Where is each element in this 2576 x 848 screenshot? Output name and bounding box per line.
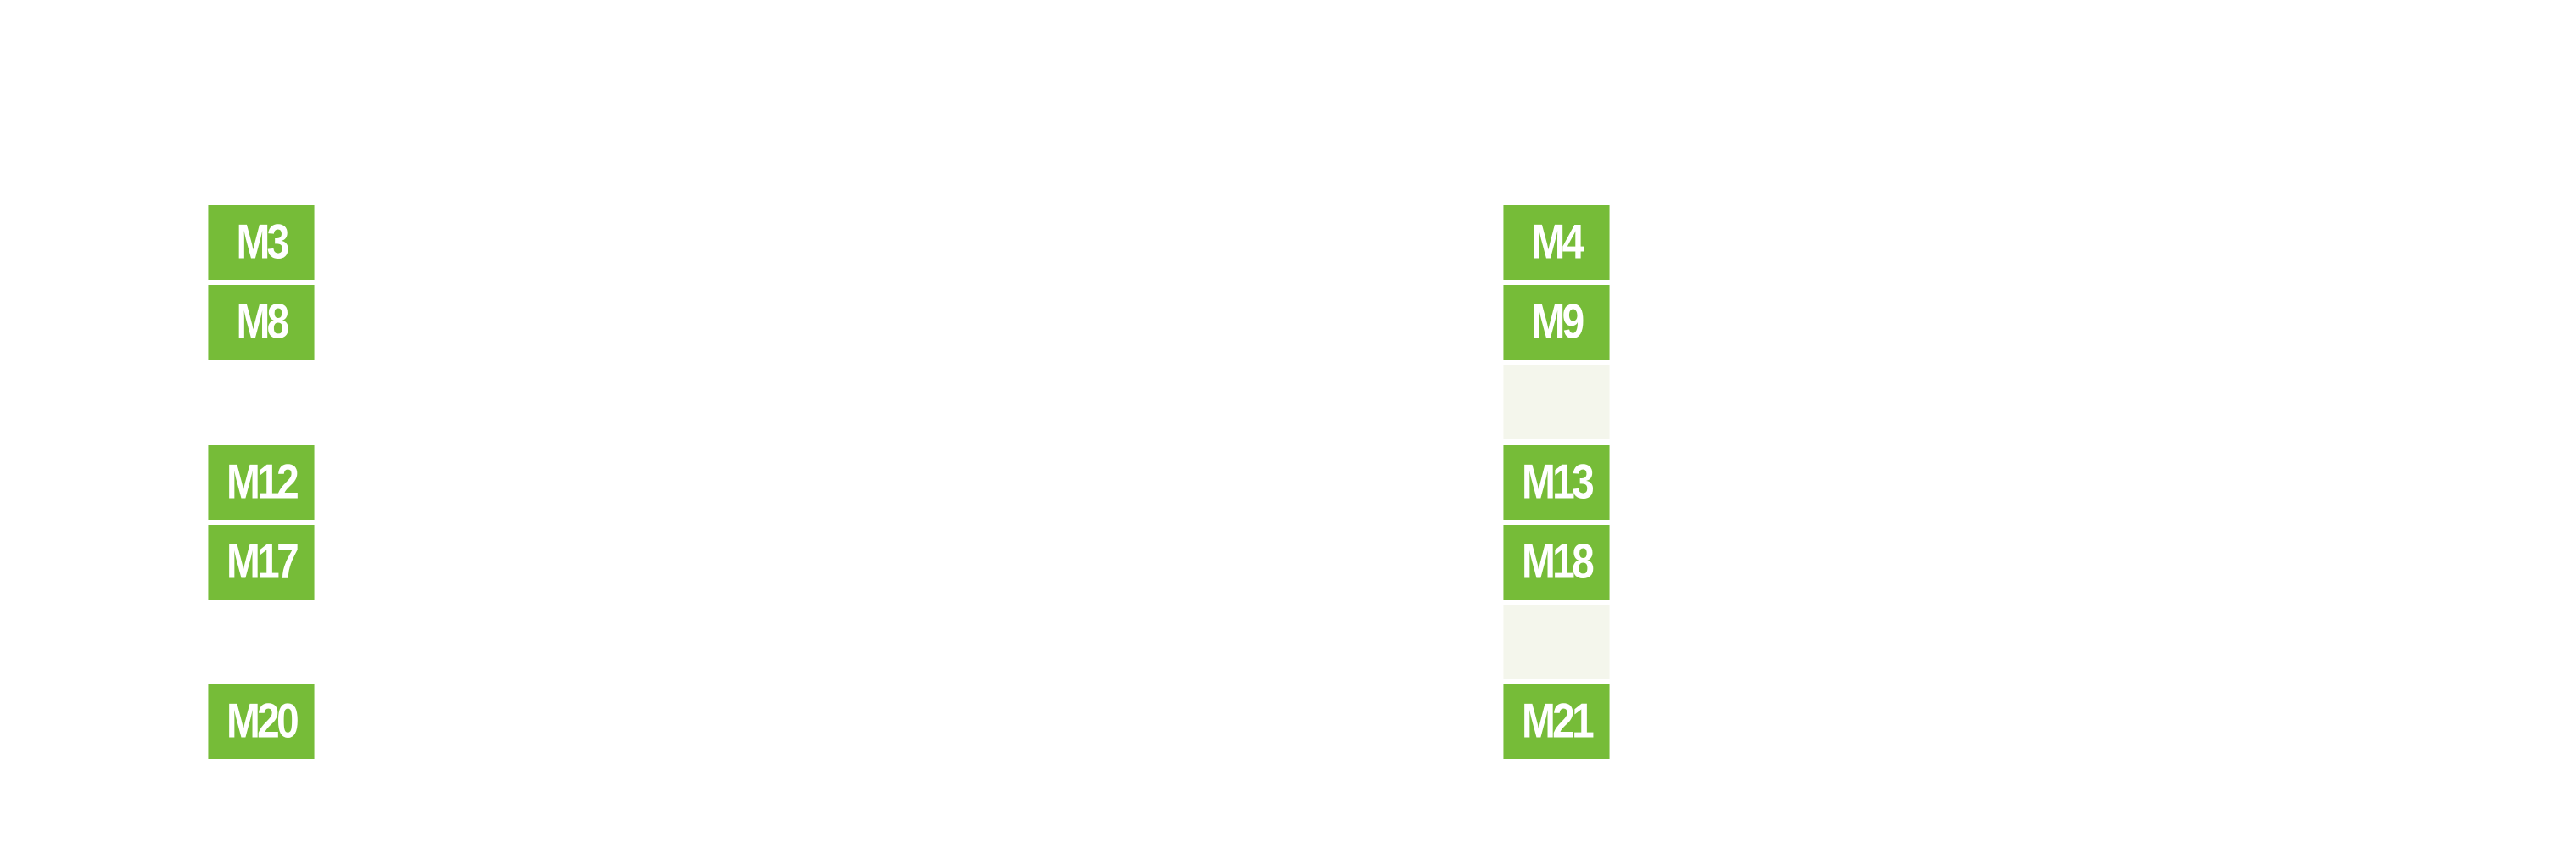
module-tile-label: M13: [1521, 455, 1595, 510]
module-tile-m20[interactable]: M20: [208, 684, 315, 759]
right-empty-slot: [1503, 605, 1610, 679]
module-tile-label: M20: [226, 695, 299, 749]
module-tile-label: M18: [1521, 535, 1595, 589]
module-tile-label: M12: [226, 455, 299, 510]
module-tile-label: M8: [236, 295, 289, 349]
module-tile-label: M3: [236, 215, 289, 270]
module-tile-m8[interactable]: M8: [208, 285, 315, 360]
module-tile-m12[interactable]: M12: [208, 445, 315, 520]
module-tile-m21[interactable]: M21: [1503, 684, 1610, 759]
module-board: M3 M8 M12 M17 M20 M4 M9 M13 M18 M21: [0, 0, 2576, 848]
module-tile-label: M9: [1531, 295, 1584, 349]
right-empty-slot: [1503, 365, 1610, 439]
module-tile-label: M17: [226, 535, 299, 589]
module-tile-label: M21: [1521, 695, 1595, 749]
module-tile-label: M4: [1531, 215, 1584, 270]
module-tile-m9[interactable]: M9: [1503, 285, 1610, 360]
module-tile-m3[interactable]: M3: [208, 205, 315, 280]
module-tile-m18[interactable]: M18: [1503, 525, 1610, 600]
module-tile-m17[interactable]: M17: [208, 525, 315, 600]
module-tile-m4[interactable]: M4: [1503, 205, 1610, 280]
module-tile-m13[interactable]: M13: [1503, 445, 1610, 520]
